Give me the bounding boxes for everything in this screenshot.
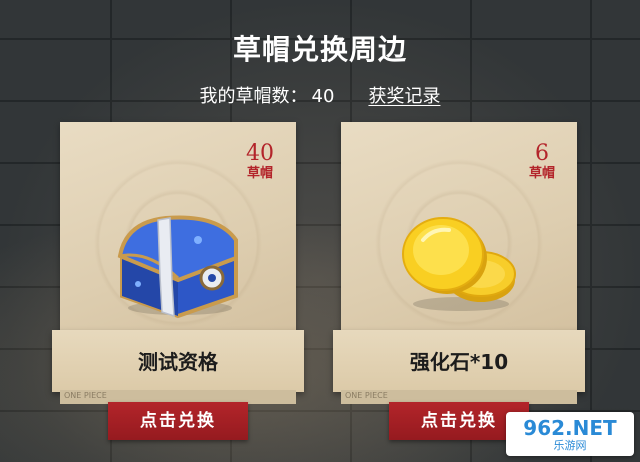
hat-count-value: 40 [311, 86, 335, 107]
price-value: 6 [534, 141, 549, 166]
hat-count-label: 我的草帽数： [199, 86, 308, 107]
award-record-link[interactable]: 获奖记录 [368, 86, 440, 107]
price-unit: 草帽 [246, 166, 273, 181]
treasure-chest-icon [117, 215, 238, 319]
exchange-card-test-qualification: 40 草帽 测试资格 ONE PIECE 点击兑换 [52, 122, 304, 440]
item-name-band: 强化石*10 [333, 330, 585, 392]
item-name: 测试资格 [138, 350, 218, 374]
watermark-sub: 乐游网 [553, 438, 587, 452]
price-tag: 6 草帽 [529, 142, 555, 182]
strip-text: ONE PIECE [345, 391, 388, 400]
watermark-label: 962.NET [523, 415, 617, 440]
price-value: 40 [246, 141, 274, 166]
price-unit: 草帽 [528, 166, 555, 181]
page-title: 草帽兑换周边 [232, 33, 407, 66]
gold-coins-icon [402, 217, 516, 311]
exchange-card-enhance-stone: 6 草帽 强化石*10 ONE PIECE 点击兑换 [333, 122, 585, 440]
strip-text: ONE PIECE [64, 391, 107, 400]
hat-count-bar: 我的草帽数： 40 获奖记录 [0, 82, 640, 108]
redeem-button[interactable]: 点击兑换 [108, 402, 248, 440]
item-name: 强化石*10 [409, 350, 509, 374]
price-tag: 40 草帽 [246, 142, 274, 182]
site-watermark: 962.NET 乐游网 [506, 412, 634, 456]
item-name-band: 测试资格 [52, 330, 304, 392]
